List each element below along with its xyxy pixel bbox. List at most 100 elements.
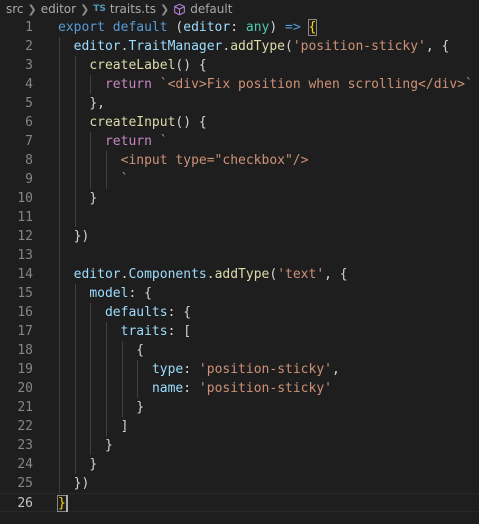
code-line[interactable]: 18 { xyxy=(0,341,479,360)
indent-guide xyxy=(59,436,60,455)
code-line[interactable]: 13 xyxy=(0,246,479,265)
line-number[interactable]: 23 xyxy=(0,436,33,455)
indent-guide xyxy=(121,341,123,360)
code-line[interactable]: 3 createLabel() { xyxy=(0,56,479,75)
breadcrumb-file[interactable]: TS traits.ts xyxy=(93,2,156,16)
line-number[interactable]: 13 xyxy=(0,246,33,265)
line-number[interactable]: 4 xyxy=(0,75,33,94)
code-token: return xyxy=(104,134,152,149)
line-number[interactable]: 15 xyxy=(0,284,33,303)
line-number[interactable]: 9 xyxy=(0,170,33,189)
indent-guide xyxy=(105,417,107,436)
breadcrumb-src[interactable]: src xyxy=(0,2,24,16)
code-line[interactable]: 26} xyxy=(0,493,479,512)
indent-guide xyxy=(74,170,76,189)
indent-guide xyxy=(74,56,76,75)
line-number[interactable]: 8 xyxy=(0,151,33,170)
line-number[interactable]: 7 xyxy=(0,132,33,151)
code-line[interactable]: 24} xyxy=(0,455,479,474)
indent-guide xyxy=(59,208,60,227)
code-line[interactable]: 20 name: 'position-sticky' xyxy=(0,379,479,398)
code-text: }) xyxy=(74,227,90,246)
indent-guide xyxy=(59,113,60,132)
code-line[interactable]: 17 traits: [ xyxy=(0,322,479,341)
code-line[interactable]: 10} xyxy=(0,189,479,208)
code-token: model xyxy=(89,286,129,301)
code-token: ` xyxy=(120,172,129,187)
indent-guide xyxy=(121,379,123,398)
line-number[interactable]: 2 xyxy=(0,37,33,56)
line-number[interactable]: 3 xyxy=(0,56,33,75)
typescript-file-icon: TS xyxy=(93,4,106,14)
breadcrumb-editor[interactable]: editor xyxy=(41,2,76,16)
code-line[interactable]: 2 editor.TraitManager.addType('position-s… xyxy=(0,37,479,56)
code-text: name: 'position-sticky' xyxy=(152,379,332,398)
code-text: }, xyxy=(89,94,105,113)
line-number[interactable]: 17 xyxy=(0,322,33,341)
indent-guide xyxy=(74,455,76,474)
code-line[interactable]: 7 return ` xyxy=(0,132,479,151)
code-line[interactable]: 15 model: { xyxy=(0,284,479,303)
code-line[interactable]: 25}) xyxy=(0,474,479,493)
code-line[interactable]: 4 return `<div>Fix position when scrollin… xyxy=(0,75,479,94)
code-line[interactable]: 8 <input type="checkbox"/> xyxy=(0,151,479,170)
line-number[interactable]: 21 xyxy=(0,398,33,417)
code-line[interactable]: 14 editor.Components.addType('text', { xyxy=(0,265,479,284)
code-text: <input type="checkbox"/> xyxy=(121,151,309,170)
code-token: } xyxy=(89,457,98,472)
code-line[interactable]: 19 type: 'position-sticky', xyxy=(0,360,479,379)
line-number[interactable]: 26 xyxy=(0,494,33,513)
code-token: Components xyxy=(128,267,207,282)
indent-guide xyxy=(90,360,92,379)
code-token: defaults xyxy=(104,305,168,320)
code-line[interactable]: 5}, xyxy=(0,94,479,113)
line-number[interactable]: 11 xyxy=(0,208,33,227)
code-line[interactable]: 1 export default (editor: any) => { xyxy=(0,18,479,37)
code-text: model: { xyxy=(89,284,152,303)
code-line[interactable]: 22] xyxy=(0,417,479,436)
line-number[interactable]: 14 xyxy=(0,265,33,284)
line-number[interactable]: 24 xyxy=(0,455,33,474)
indent-guide xyxy=(90,75,92,94)
indent-guide xyxy=(74,113,76,132)
code-token: editor xyxy=(73,267,121,282)
code-line[interactable]: 12}) xyxy=(0,227,479,246)
indent-guide xyxy=(90,303,92,322)
indent-guide xyxy=(90,170,92,189)
code-line[interactable]: 6 createInput() { xyxy=(0,113,479,132)
code-token: () { xyxy=(175,58,207,73)
indent-guide xyxy=(90,436,92,455)
line-number[interactable]: 12 xyxy=(0,227,33,246)
indent-guide xyxy=(59,474,60,493)
code-text: traits: [ xyxy=(121,322,191,341)
line-number[interactable]: 1 xyxy=(0,18,33,37)
breadcrumb-symbol[interactable]: default xyxy=(173,2,232,16)
text-cursor xyxy=(65,495,68,512)
code-line[interactable]: 21} xyxy=(0,398,479,417)
code-line[interactable]: 23} xyxy=(0,436,479,455)
code-text: return `<div>Fix position when scrolling… xyxy=(105,75,473,94)
code-text: } xyxy=(57,494,67,513)
line-number[interactable]: 16 xyxy=(0,303,33,322)
line-number[interactable]: 10 xyxy=(0,189,33,208)
line-number[interactable]: 22 xyxy=(0,417,33,436)
line-number[interactable]: 25 xyxy=(0,474,33,493)
indent-guide xyxy=(90,132,92,151)
indent-guide xyxy=(59,341,60,360)
code-line[interactable]: 9 ` xyxy=(0,170,479,189)
code-token: `<div>Fix position when scrolling</div>` xyxy=(159,77,473,92)
indent-guide xyxy=(74,208,76,227)
code-text: } xyxy=(89,189,97,208)
line-number[interactable]: 5 xyxy=(0,94,33,113)
code-token: : xyxy=(183,362,199,377)
indent-guide xyxy=(59,37,60,56)
line-number[interactable]: 6 xyxy=(0,113,33,132)
code-line[interactable]: 16 defaults: { xyxy=(0,303,479,322)
code-line[interactable]: 11 xyxy=(0,208,479,227)
line-number[interactable]: 20 xyxy=(0,379,33,398)
code-token: ( xyxy=(285,39,293,54)
line-number[interactable]: 18 xyxy=(0,341,33,360)
code-editor[interactable]: 1 export default (editor: any) => {2 edito… xyxy=(0,18,479,524)
line-number[interactable]: 19 xyxy=(0,360,33,379)
